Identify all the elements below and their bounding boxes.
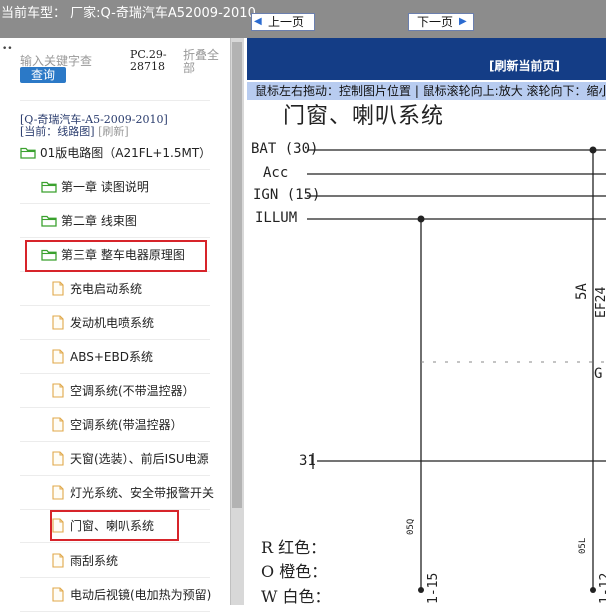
tree-item-label: 空调系统(不带温控器） bbox=[70, 384, 195, 398]
tree-item[interactable]: 第一章 读图说明 bbox=[41, 174, 149, 200]
legend-red: R 红色： bbox=[261, 538, 327, 557]
divider bbox=[20, 339, 210, 340]
legend-orange: O 橙色： bbox=[261, 562, 328, 581]
tree-item[interactable]: 发动机电喷系统 bbox=[52, 310, 154, 336]
tree-item-label: 第一章 读图说明 bbox=[61, 180, 149, 194]
folder-icon bbox=[41, 215, 57, 227]
folder-icon bbox=[20, 147, 36, 159]
divider bbox=[20, 441, 210, 442]
current-model-vendor: 厂家:Q-奇瑞汽车A52009-2010 bbox=[70, 6, 256, 21]
tree-item[interactable]: 第二章 线束图 bbox=[41, 208, 137, 234]
current-model-label: 当前车型： bbox=[1, 6, 67, 21]
tree-item[interactable]: 01版电路图（A21FL+1.5MT） bbox=[20, 140, 211, 166]
tree-item-label: ABS+EBD系统 bbox=[70, 350, 153, 364]
panel-marker: •• bbox=[2, 44, 13, 54]
tree-item-label: 第二章 线束图 bbox=[61, 214, 137, 228]
fuse-code: EF24 bbox=[594, 286, 606, 318]
highlight-box-chapter3 bbox=[25, 240, 207, 272]
current-view-line: [当前：线路图] [刷新] bbox=[20, 123, 129, 139]
divider bbox=[20, 169, 210, 170]
pc-code: PC.29-28718 bbox=[130, 48, 167, 73]
divider bbox=[20, 305, 210, 306]
document-icon bbox=[52, 315, 64, 330]
collapse-all-link[interactable]: 折叠全部 bbox=[183, 49, 227, 75]
tree-item[interactable]: 电动后视镜(电加热为预留) bbox=[52, 582, 211, 608]
tree-item[interactable]: 空调系统(不带温控器） bbox=[52, 378, 195, 404]
tree-item[interactable]: 空调系统(带温控器） bbox=[52, 412, 183, 438]
tree-item[interactable]: ABS+EBD系统 bbox=[52, 344, 153, 370]
divider bbox=[20, 237, 210, 238]
arrow-left-icon: ◀ bbox=[254, 16, 262, 27]
tree-item-label: 电动后视镜(电加热为预留) bbox=[70, 588, 212, 602]
tree-item-label: 空调系统(带温控器） bbox=[70, 418, 183, 432]
tree-item-label: 雨刮系统 bbox=[70, 554, 119, 568]
tree-item-label: 01版电路图（A21FL+1.5MT） bbox=[40, 146, 212, 160]
wire-code-b: 1-15 bbox=[426, 572, 441, 604]
node-label-31: 31 bbox=[299, 453, 316, 469]
tree-item-label: 充电启动系统 bbox=[70, 282, 143, 296]
divider bbox=[20, 203, 210, 204]
divider bbox=[20, 100, 210, 101]
divider bbox=[20, 542, 210, 543]
document-icon bbox=[52, 383, 64, 398]
tree-item-label: 天窗(选装）、前后ISU电源 bbox=[70, 452, 209, 466]
document-icon bbox=[52, 553, 64, 568]
tree-item[interactable]: 雨刮系统 bbox=[52, 548, 118, 574]
wire-code-c: 05L bbox=[578, 537, 588, 554]
document-icon bbox=[52, 451, 64, 466]
tree-item[interactable]: 灯光系统、安全带报警开关 bbox=[52, 480, 214, 506]
scrollbar-thumb[interactable] bbox=[232, 42, 242, 508]
prev-page-label: 上一页 bbox=[268, 15, 305, 29]
tree-item[interactable]: 充电启动系统 bbox=[52, 276, 142, 302]
legend-white: W 白色： bbox=[261, 587, 331, 606]
query-button[interactable]: 查询 bbox=[20, 67, 66, 83]
divider bbox=[20, 475, 210, 476]
diagram-lines bbox=[307, 146, 606, 593]
diagram-title: 门窗、喇叭系统 bbox=[283, 104, 445, 129]
wire-label-ign: IGN (15) bbox=[253, 187, 321, 203]
tree-item-label: 灯光系统、安全带报警开关 bbox=[70, 486, 215, 500]
refresh-link[interactable]: [刷新] bbox=[98, 125, 129, 138]
document-icon bbox=[52, 281, 64, 296]
fuse-label: 5A bbox=[574, 283, 590, 300]
node-label-g: G bbox=[594, 366, 603, 382]
document-icon bbox=[52, 485, 64, 500]
prev-page-button[interactable]: ◀ 上一页 bbox=[251, 13, 315, 31]
wiring-diagram[interactable] bbox=[247, 100, 606, 605]
arrow-right-icon: ▶ bbox=[459, 16, 467, 27]
junction-lower-left bbox=[418, 587, 424, 593]
document-icon bbox=[52, 417, 64, 432]
wire-code-d: 1-12 bbox=[598, 572, 606, 604]
refresh-page-button[interactable]: [刷新当前页] bbox=[489, 57, 560, 74]
wire-label-acc: Acc bbox=[263, 165, 289, 181]
tree-item-label: 发动机电喷系统 bbox=[70, 316, 155, 330]
document-icon bbox=[52, 349, 64, 364]
tree-item[interactable]: 天窗(选装）、前后ISU电源 bbox=[52, 446, 209, 472]
next-page-button[interactable]: 下一页 ▶ bbox=[408, 13, 474, 31]
current-view-label: [当前：线路图] bbox=[20, 125, 95, 138]
divider bbox=[20, 407, 210, 408]
junction-bat bbox=[589, 146, 597, 154]
next-page-label: 下一页 bbox=[417, 15, 454, 29]
folder-icon bbox=[41, 181, 57, 193]
highlight-box-current-doc bbox=[50, 510, 179, 541]
wire-label-bat: BAT (30) bbox=[251, 141, 319, 157]
junction-illum bbox=[417, 215, 425, 223]
divider bbox=[20, 577, 210, 578]
junction-lower-right bbox=[590, 587, 596, 593]
wire-label-illum: ILLUM bbox=[255, 210, 298, 226]
document-icon bbox=[52, 587, 64, 602]
wire-code-a: 05Q bbox=[406, 518, 416, 535]
divider bbox=[20, 373, 210, 374]
